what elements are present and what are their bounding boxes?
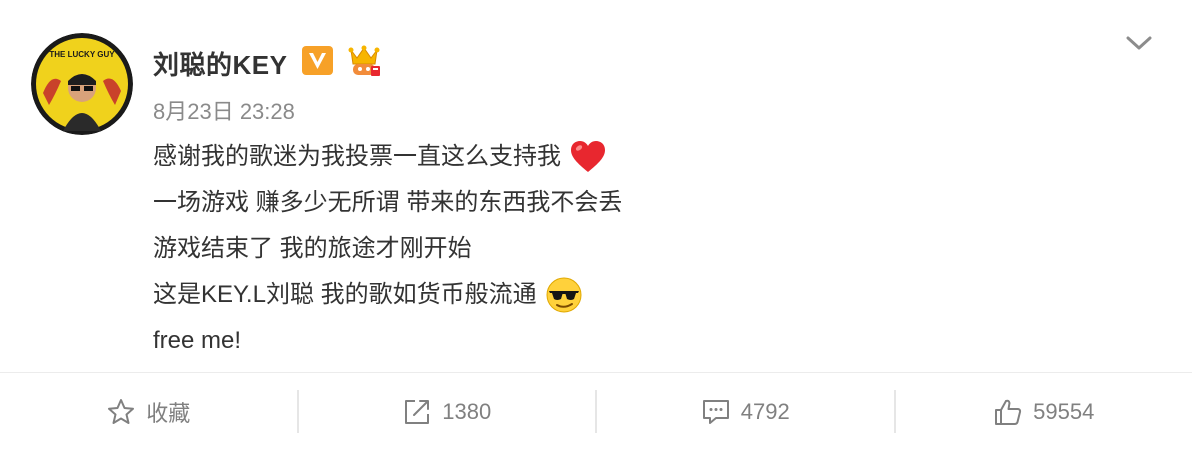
post-line-text: 游戏结束了 我的旅途才刚开始 <box>153 235 472 262</box>
post-line: 感谢我的歌迷为我投票一直这么支持我 <box>153 134 1133 180</box>
repost-count: 1380 <box>442 398 492 424</box>
post-line-text: free me! <box>153 327 242 354</box>
post-line: 这是KEY.L刘聪 我的歌如货币般流通 <box>153 272 1133 318</box>
post-timestamp[interactable]: 8月23日 23:28 <box>153 94 295 126</box>
star-icon <box>106 397 136 427</box>
like-button[interactable]: 59554 <box>896 373 1192 450</box>
repost-button[interactable]: 1380 <box>299 373 596 450</box>
post-content: 感谢我的歌迷为我投票一直这么支持我 一场游戏 赚多少无所谓 带来的东西我不会丢 … <box>153 134 1133 364</box>
svg-text:THE LUCKY GUY: THE LUCKY GUY <box>49 50 115 59</box>
avatar[interactable]: THE LUCKY GUY <box>31 33 133 135</box>
share-icon <box>402 397 432 427</box>
like-count: 59554 <box>1033 398 1095 424</box>
crown-member-badge-icon <box>346 44 382 78</box>
post-line-text: 一场游戏 赚多少无所谓 带来的东西我不会丢 <box>153 189 623 216</box>
favorite-button[interactable]: 收藏 <box>0 373 297 450</box>
favorite-label: 收藏 <box>146 400 191 426</box>
chevron-down-icon[interactable] <box>1124 32 1154 54</box>
post-line-text: 这是KEY.L刘聪 我的歌如货币般流通 <box>153 281 537 308</box>
red-heart-icon <box>569 138 607 176</box>
comment-button[interactable]: 4792 <box>597 373 894 450</box>
comment-count: 4792 <box>740 398 790 424</box>
post-line: 游戏结束了 我的旅途才刚开始 <box>153 226 1133 272</box>
action-bar: 收藏 1380 4792 59554 <box>0 373 1192 450</box>
comment-icon <box>701 397 731 427</box>
thumbs-up-icon <box>993 397 1023 427</box>
cool-sunglasses-face-icon <box>545 276 583 314</box>
v-verified-badge-icon <box>302 46 333 75</box>
weibo-post: THE LUCKY GUY 刘聪的KEY 8月23日 23:28 感谢我的歌迷为… <box>0 0 1192 372</box>
post-line-text: 感谢我的歌迷为我投票一直这么支持我 <box>153 143 561 170</box>
post-line: 一场游戏 赚多少无所谓 带来的东西我不会丢 <box>153 180 1133 226</box>
username[interactable]: 刘聪的KEY <box>153 45 287 82</box>
post-line: free me! <box>153 318 1133 364</box>
